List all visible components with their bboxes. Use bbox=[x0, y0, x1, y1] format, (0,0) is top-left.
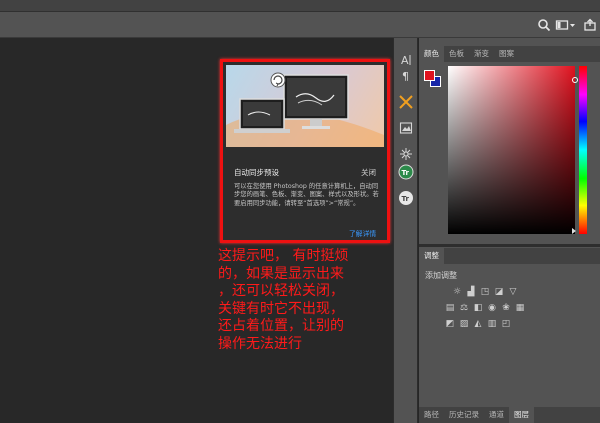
hue-slider[interactable] bbox=[579, 66, 587, 234]
tr-plugin-icon[interactable]: Tr bbox=[398, 164, 414, 180]
svg-text:Tr: Tr bbox=[402, 195, 410, 203]
annotation-line: 还占着位置，让别的 bbox=[218, 318, 344, 334]
popup-close-button[interactable]: 关闭 bbox=[361, 167, 376, 178]
tab-history[interactable]: 历史记录 bbox=[444, 407, 484, 423]
image-icon[interactable] bbox=[398, 120, 414, 136]
sync-presets-popup: 自动同步预设 关闭 可以在您使用 Photoshop 的任意计算机上，自动同步您… bbox=[220, 59, 390, 243]
annotation-line: 关键有时它不出现， bbox=[218, 300, 344, 317]
annotation-line: 操作无法进行 bbox=[218, 335, 302, 352]
workspace-icon[interactable] bbox=[555, 18, 569, 32]
share-icon[interactable] bbox=[583, 18, 597, 32]
panel-divider bbox=[419, 244, 600, 247]
annotation-text: 这提示吧， 有时挺烦 的，如果是显示出来 ，还可以轻松关闭， 关键有时它不出现，… bbox=[218, 248, 390, 353]
tab-layers[interactable]: 图层 bbox=[509, 407, 534, 423]
hue-slider-handle[interactable] bbox=[572, 228, 576, 234]
selective-color-icon[interactable]: ◰ bbox=[501, 320, 511, 329]
threshold-icon[interactable]: ◭ bbox=[473, 320, 483, 329]
tab-swatches[interactable]: 色板 bbox=[444, 46, 469, 62]
color-lookup-icon[interactable]: ▦ bbox=[515, 304, 525, 313]
color-picker-field[interactable] bbox=[448, 66, 575, 234]
popup-title: 自动同步预设 bbox=[234, 168, 279, 177]
adjustments-panel-tabs: 调整 bbox=[419, 248, 600, 264]
vibrance-icon[interactable]: ▽ bbox=[508, 288, 518, 297]
tab-paths[interactable]: 路径 bbox=[419, 407, 444, 423]
panel-icon-column: A ¶ Tr Tr bbox=[393, 38, 418, 423]
curves-icon[interactable]: ◳ bbox=[480, 288, 490, 297]
photo-filter-icon[interactable]: ◉ bbox=[487, 304, 497, 313]
svg-text:¶: ¶ bbox=[402, 70, 409, 83]
tab-channels[interactable]: 通道 bbox=[484, 407, 509, 423]
options-bar bbox=[0, 12, 600, 38]
workspace-dropdown-icon[interactable] bbox=[570, 18, 576, 32]
tab-adjustments[interactable]: 调整 bbox=[419, 248, 444, 264]
tool-presets-icon[interactable] bbox=[398, 94, 414, 110]
invert-icon[interactable]: ◩ bbox=[445, 320, 455, 329]
hue-saturation-icon[interactable]: ▤ bbox=[445, 304, 455, 313]
annotation-line: ，还可以轻松关闭， bbox=[218, 283, 344, 299]
add-adjustment-label: 添加调整 bbox=[425, 271, 457, 280]
levels-icon[interactable]: ▟ bbox=[466, 288, 476, 297]
color-balance-icon[interactable]: ⚖ bbox=[459, 304, 469, 313]
channel-mixer-icon[interactable]: ❀ bbox=[501, 304, 511, 313]
gradient-map-icon[interactable]: ▥ bbox=[487, 320, 497, 329]
sync-illustration bbox=[226, 65, 384, 147]
svg-text:Tr: Tr bbox=[402, 169, 410, 177]
search-icon[interactable] bbox=[537, 18, 551, 32]
color-picker-marker[interactable] bbox=[572, 77, 578, 83]
tr-plugin-icon-2[interactable]: Tr bbox=[398, 190, 414, 206]
black-white-icon[interactable]: ◧ bbox=[473, 304, 483, 313]
tab-patterns[interactable]: 图案 bbox=[494, 46, 519, 62]
posterize-icon[interactable]: ▨ bbox=[459, 320, 469, 329]
tab-color[interactable]: 颜色 bbox=[419, 46, 444, 62]
layers-panel-tabs: 路径 历史记录 通道 图层 bbox=[419, 407, 600, 423]
popup-body: 可以在您使用 Photoshop 的任意计算机上，自动同步您的画笔、色板、渐变、… bbox=[234, 183, 379, 207]
right-panel: 颜色 色板 渐变 图案 调整 添加调整 ☼ ▟ ◳ ◪ ▽ ▤ ⚖ ◧ ◉ ❀ … bbox=[419, 38, 600, 423]
menu-bar bbox=[0, 0, 600, 12]
color-panel-tabs: 颜色 色板 渐变 图案 bbox=[419, 46, 600, 62]
learn-more-link[interactable]: 了解详情 bbox=[349, 228, 376, 238]
annotation-line: 这提示吧， 有时挺烦 bbox=[218, 248, 349, 264]
exposure-icon[interactable]: ◪ bbox=[494, 288, 504, 297]
character-icon[interactable]: A bbox=[398, 52, 414, 68]
annotation-line: 的，如果是显示出来 bbox=[218, 265, 344, 282]
tab-gradients[interactable]: 渐变 bbox=[469, 46, 494, 62]
foreground-color-swatch[interactable] bbox=[424, 70, 435, 81]
brightness-icon[interactable]: ☼ bbox=[452, 288, 462, 297]
paragraph-icon[interactable]: ¶ bbox=[398, 68, 414, 84]
brush-settings-icon[interactable] bbox=[398, 146, 414, 162]
svg-text:A: A bbox=[401, 54, 409, 67]
